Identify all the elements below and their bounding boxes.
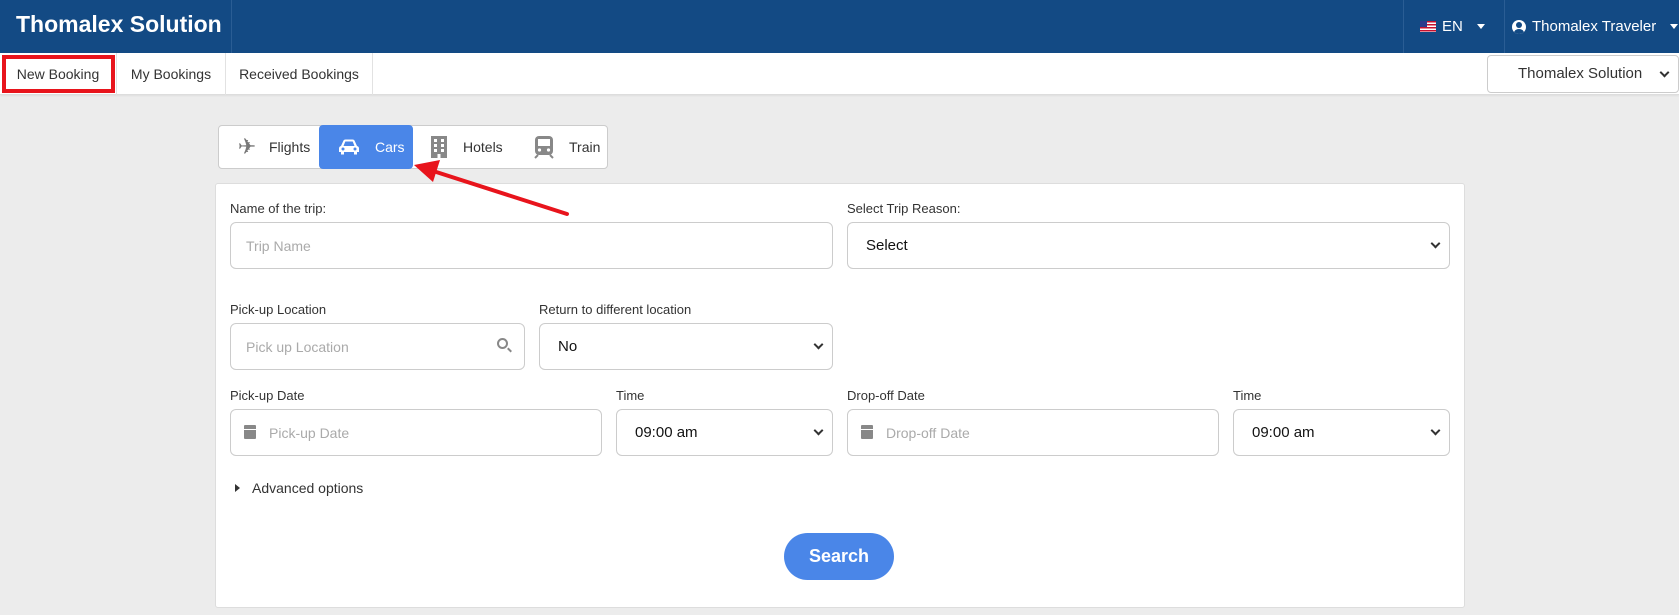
dropoff-time-value: 09:00 am — [1252, 424, 1315, 441]
train-icon — [534, 136, 554, 159]
calendar-icon — [244, 425, 256, 439]
trip-name-input[interactable]: Trip Name — [230, 222, 833, 269]
us-flag-icon — [1420, 21, 1436, 32]
dropoff-time-select[interactable]: 09:00 am — [1233, 409, 1450, 456]
travel-mode-tabs: ✈ Flights Cars Hotels Train — [218, 125, 608, 169]
chevron-down-icon — [1430, 238, 1441, 249]
trip-name-placeholder: Trip Name — [246, 237, 311, 254]
car-icon — [339, 139, 359, 155]
return-location-value: No — [558, 338, 578, 355]
tab-label: Hotels — [463, 139, 503, 155]
booking-nav: New Booking My Bookings Received Booking… — [0, 53, 1679, 95]
dropoff-date-placeholder: Drop-off Date — [886, 424, 970, 441]
chevron-down-icon — [1670, 24, 1679, 29]
company-select[interactable]: Thomalex Solution — [1487, 55, 1679, 93]
trip-reason-label: Select Trip Reason: — [847, 201, 961, 216]
chevron-down-icon — [1430, 425, 1441, 436]
trip-reason-value: Select — [866, 237, 908, 254]
advanced-options-label: Advanced options — [252, 480, 364, 496]
tab-label: Flights — [269, 139, 311, 155]
return-location-label: Return to different location — [539, 302, 692, 317]
brand-title[interactable]: Thomalex Solution — [0, 0, 232, 53]
pickup-location-input[interactable]: Pick up Location — [230, 323, 525, 370]
user-name: Thomalex Traveler — [1532, 18, 1657, 35]
pickup-time-label: Time — [616, 388, 645, 403]
chevron-down-icon — [1476, 24, 1485, 29]
return-location-select[interactable]: No — [539, 323, 833, 370]
user-circle-icon — [1512, 19, 1526, 34]
pickup-location-label: Pick-up Location — [230, 302, 327, 317]
pickup-date-input[interactable]: Pick-up Date — [230, 409, 602, 456]
user-menu[interactable]: Thomalex Traveler — [1510, 0, 1679, 53]
company-select-value: Thomalex Solution — [1518, 65, 1643, 82]
nav-new-booking[interactable]: New Booking — [0, 53, 117, 95]
chevron-down-icon — [813, 425, 824, 436]
pickup-time-value: 09:00 am — [635, 424, 698, 441]
dropoff-date-label: Drop-off Date — [847, 388, 925, 403]
calendar-icon — [861, 425, 873, 439]
caret-right-icon — [235, 484, 240, 492]
car-search-form: Name of the trip: Trip Name Select Trip … — [215, 183, 1465, 608]
tab-train[interactable]: Train — [533, 126, 609, 168]
search-icon — [497, 338, 508, 349]
trip-name-label: Name of the trip: — [230, 201, 327, 216]
tab-label: Train — [569, 139, 601, 155]
pickup-location-placeholder: Pick up Location — [246, 338, 349, 355]
chevron-down-icon — [1659, 67, 1670, 78]
advanced-options-toggle[interactable]: Advanced options — [235, 480, 363, 496]
tab-hotels[interactable]: Hotels — [429, 126, 517, 168]
chevron-down-icon — [813, 339, 824, 350]
plane-icon: ✈ — [237, 134, 257, 159]
dropoff-date-input[interactable]: Drop-off Date — [847, 409, 1219, 456]
trip-reason-select[interactable]: Select — [847, 222, 1450, 269]
language-selector[interactable]: EN — [1403, 0, 1505, 53]
tab-cars[interactable]: Cars — [319, 125, 413, 169]
top-header: Thomalex Solution EN Thomalex Traveler — [0, 0, 1679, 53]
nav-received-bookings[interactable]: Received Bookings — [226, 53, 373, 95]
dropoff-time-label: Time — [1233, 388, 1262, 403]
pickup-time-select[interactable]: 09:00 am — [616, 409, 833, 456]
search-button[interactable]: Search — [784, 533, 894, 580]
language-label: EN — [1442, 18, 1463, 35]
building-icon — [431, 136, 447, 158]
tab-flights[interactable]: ✈ Flights — [233, 126, 319, 168]
tab-label: Cars — [375, 139, 405, 155]
pickup-date-label: Pick-up Date — [230, 388, 305, 403]
pickup-date-placeholder: Pick-up Date — [269, 424, 350, 441]
nav-my-bookings[interactable]: My Bookings — [117, 53, 226, 95]
